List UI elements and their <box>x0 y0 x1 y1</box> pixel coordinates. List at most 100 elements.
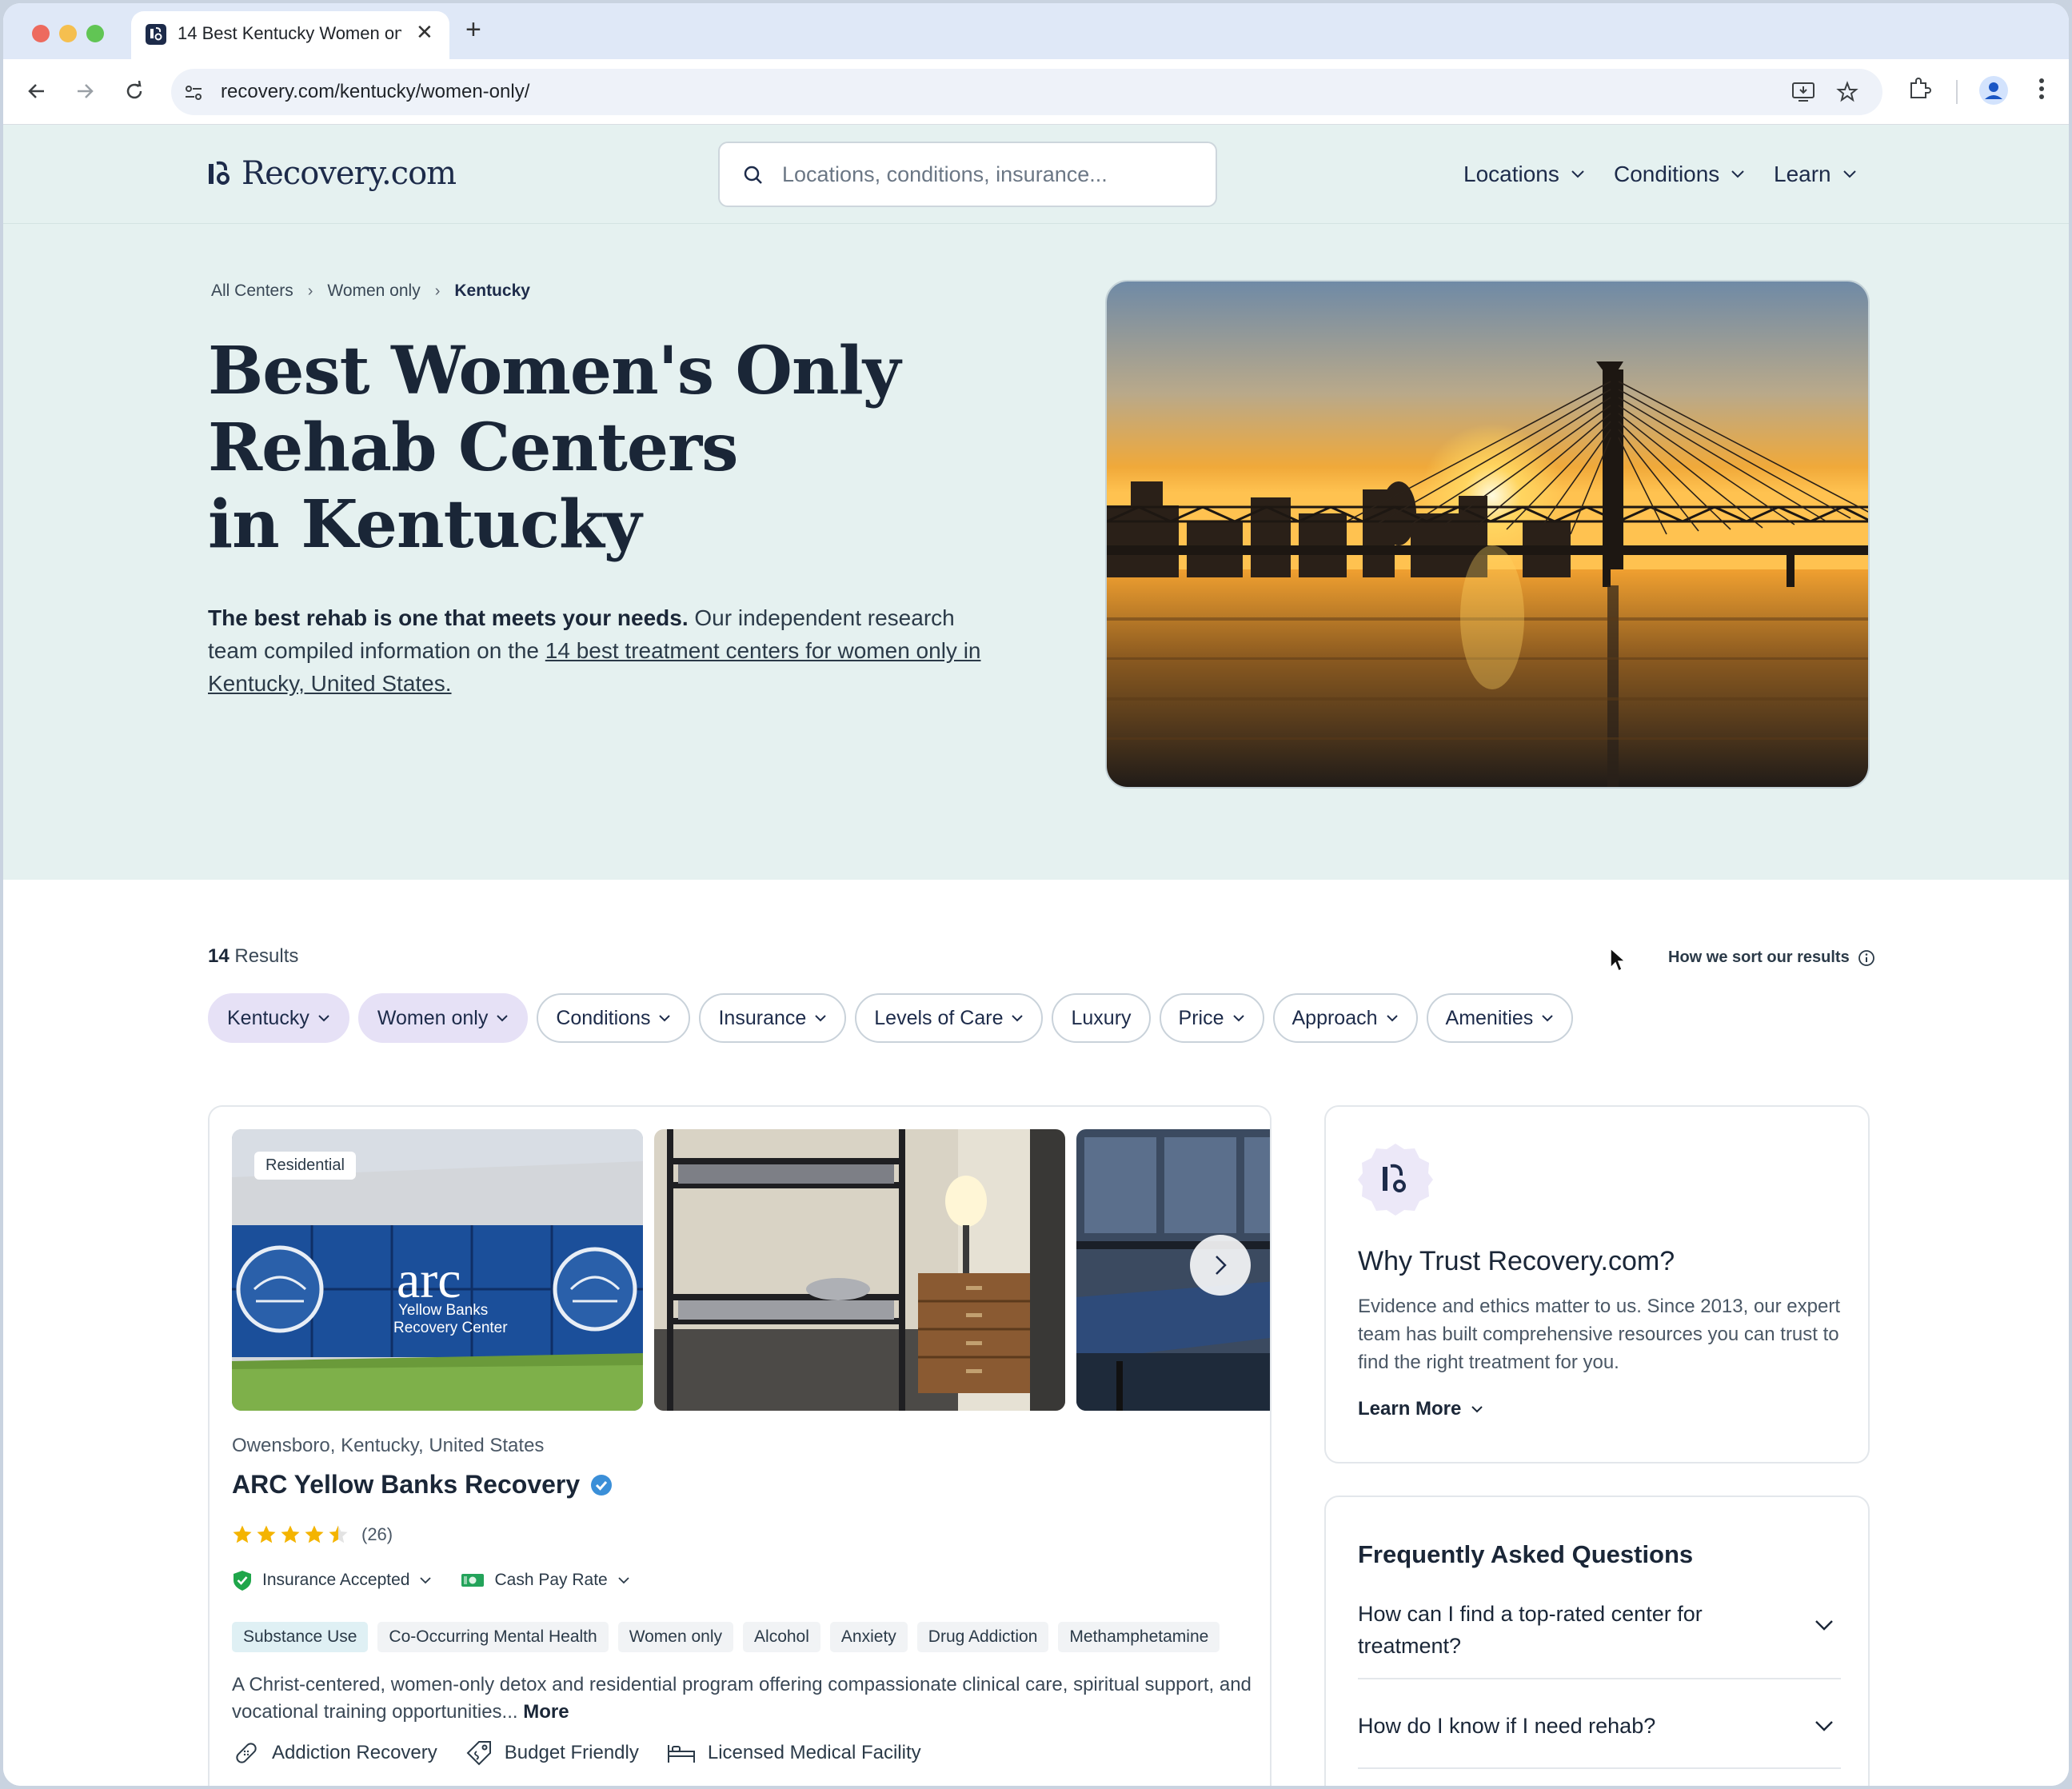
insurance-accepted-badge[interactable]: Insurance Accepted <box>232 1569 432 1591</box>
forward-arrow-icon <box>78 84 94 98</box>
minimize-window-button[interactable] <box>59 25 77 42</box>
chevron-down-icon <box>1571 170 1584 178</box>
back-button[interactable] <box>21 75 53 107</box>
chevron-right-icon: › <box>434 282 441 300</box>
nav-conditions[interactable]: Conditions <box>1614 162 1745 187</box>
reload-button[interactable] <box>118 75 150 107</box>
recovery-badge-icon <box>1358 1144 1433 1216</box>
star-full-icon <box>281 1525 300 1543</box>
facility-exterior-photo[interactable]: arc Yellow Banks Recovery Center Residen… <box>232 1129 643 1411</box>
faq-item[interactable]: How can I find a top-rated center for tr… <box>1358 1598 1841 1679</box>
faq-item[interactable]: How do I know if I need rehab? <box>1358 1710 1841 1769</box>
filter-chip-amenities[interactable]: Amenities <box>1426 993 1574 1043</box>
profile-avatar-icon[interactable] <box>1978 75 2009 106</box>
tab-title: 14 Best Kentucky Women only <box>178 23 401 43</box>
more-link[interactable]: More <box>523 1701 569 1723</box>
filter-chip-women-only[interactable]: Women only <box>357 993 529 1043</box>
condition-tags: Substance Use Co-Occurring Mental Health W… <box>232 1622 1220 1652</box>
address-bar[interactable]: recovery.com/kentucky/women-only/ <box>171 69 1882 115</box>
filter-chip-label: Approach <box>1292 1006 1378 1029</box>
browser-tab[interactable]: 14 Best Kentucky Women only ✕ <box>131 11 449 61</box>
close-tab-icon[interactable]: ✕ <box>416 20 433 45</box>
condition-tag[interactable]: Substance Use <box>232 1622 369 1652</box>
title-line: Rehab Centers <box>208 409 738 486</box>
condition-tag[interactable]: Women only <box>617 1622 734 1652</box>
logo-text: Recovery.com <box>242 155 457 192</box>
bedroom-photo[interactable] <box>654 1129 1065 1411</box>
insurance-label: Insurance Accepted <box>262 1571 410 1589</box>
chevron-down-icon <box>318 1015 329 1022</box>
results-label: Results <box>229 945 299 967</box>
hospital-bed-icon <box>667 1745 695 1763</box>
search-input[interactable] <box>782 154 1198 194</box>
learn-more-button[interactable]: Learn More <box>1358 1398 1483 1420</box>
faq-title: Frequently Asked Questions <box>1358 1540 1694 1568</box>
filter-chip-insurance[interactable]: Insurance <box>699 993 847 1043</box>
hero-description: The best rehab is one that meets your ne… <box>208 601 1008 700</box>
filter-chip-approach[interactable]: Approach <box>1272 993 1418 1043</box>
breadcrumb-women-only[interactable]: Women only <box>327 282 420 301</box>
chevron-down-icon <box>420 1577 432 1584</box>
condition-tag[interactable]: Anxiety <box>829 1622 908 1652</box>
site-settings-icon[interactable] <box>182 82 205 104</box>
chevron-down-icon <box>1815 1721 1833 1731</box>
browser-menu-icon[interactable] <box>2036 75 2047 102</box>
cash-pay-label: Cash Pay Rate <box>494 1571 608 1589</box>
sign-sub-text-1: Yellow Banks <box>398 1302 488 1319</box>
nav-learn[interactable]: Learn <box>1774 162 1857 187</box>
breadcrumb-all-centers[interactable]: All Centers <box>211 282 293 301</box>
page-title: Best Women's Only Rehab Centers in Kentu… <box>208 333 928 563</box>
install-app-icon[interactable] <box>1791 81 1815 103</box>
forward-button[interactable] <box>69 75 101 107</box>
filter-chip-luxury[interactable]: Luxury <box>1052 993 1151 1043</box>
title-line: Best Women's Only <box>208 333 900 409</box>
chevron-down-icon <box>1542 1015 1554 1022</box>
hero-bridge-image <box>1105 280 1870 789</box>
site-logo[interactable]: Recovery.com <box>206 155 457 192</box>
condition-tag[interactable]: Alcohol <box>743 1622 820 1652</box>
chevron-down-icon <box>659 1015 671 1022</box>
info-icon <box>1858 949 1874 966</box>
breadcrumb-kentucky: Kentucky <box>454 282 530 300</box>
feature-licensed-medical: Licensed Medical Facility <box>666 1739 921 1767</box>
breadcrumb: All Centers › Women only › Kentucky <box>211 282 530 301</box>
maximize-window-button[interactable] <box>86 25 104 42</box>
bookmark-star-icon[interactable] <box>1836 81 1858 103</box>
condition-tag[interactable]: Methamphetamine <box>1058 1622 1220 1652</box>
filter-chip-label: Kentucky <box>227 1006 309 1029</box>
filter-chip-label: Amenities <box>1445 1006 1534 1029</box>
cash-pay-badge[interactable]: Cash Pay Rate <box>461 1569 629 1591</box>
nav-locations[interactable]: Locations <box>1463 162 1585 187</box>
site-search[interactable] <box>718 142 1217 207</box>
listing-card[interactable]: arc Yellow Banks Recovery Center Residen… <box>208 1105 1272 1786</box>
toolbar-divider <box>1956 80 1958 104</box>
back-arrow-icon <box>28 84 44 98</box>
carousel-next-button[interactable] <box>1190 1235 1251 1296</box>
favicon-icon <box>146 24 166 45</box>
star-full-icon <box>257 1525 276 1543</box>
star-full-icon <box>305 1525 324 1543</box>
filter-chip-levels-of-care[interactable]: Levels of Care <box>855 993 1044 1043</box>
filter-chip-conditions[interactable]: Conditions <box>537 993 691 1043</box>
condition-tag[interactable]: Drug Addiction <box>916 1622 1049 1652</box>
filter-chip-kentucky[interactable]: Kentucky <box>208 993 349 1043</box>
chevron-down-icon <box>1815 1620 1833 1631</box>
feature-addiction-recovery: Addiction Recovery <box>232 1739 437 1767</box>
filter-chip-label: Levels of Care <box>874 1006 1004 1029</box>
sign-arc-text: arc <box>397 1251 461 1309</box>
faq-question: How do I know if I need rehab? <box>1358 1714 1656 1738</box>
results-count: 14 Results <box>208 945 298 968</box>
bunk-bed-image <box>654 1129 1065 1411</box>
new-tab-button[interactable]: + <box>465 14 481 46</box>
listing-name[interactable]: ARC Yellow Banks Recovery <box>232 1470 613 1499</box>
filter-chip-price[interactable]: Price <box>1159 993 1264 1043</box>
star-half-icon <box>329 1525 348 1543</box>
filter-chip-label: Women only <box>377 1006 489 1029</box>
close-window-button[interactable] <box>32 25 50 42</box>
rating[interactable]: (26) <box>232 1524 393 1545</box>
condition-tag[interactable]: Co-Occurring Mental Health <box>377 1622 609 1652</box>
how-we-sort-link[interactable]: How we sort our results <box>1668 948 1875 967</box>
chevron-down-icon <box>497 1015 509 1022</box>
learn-more-label: Learn More <box>1358 1398 1462 1420</box>
extensions-icon[interactable] <box>1906 75 1934 102</box>
